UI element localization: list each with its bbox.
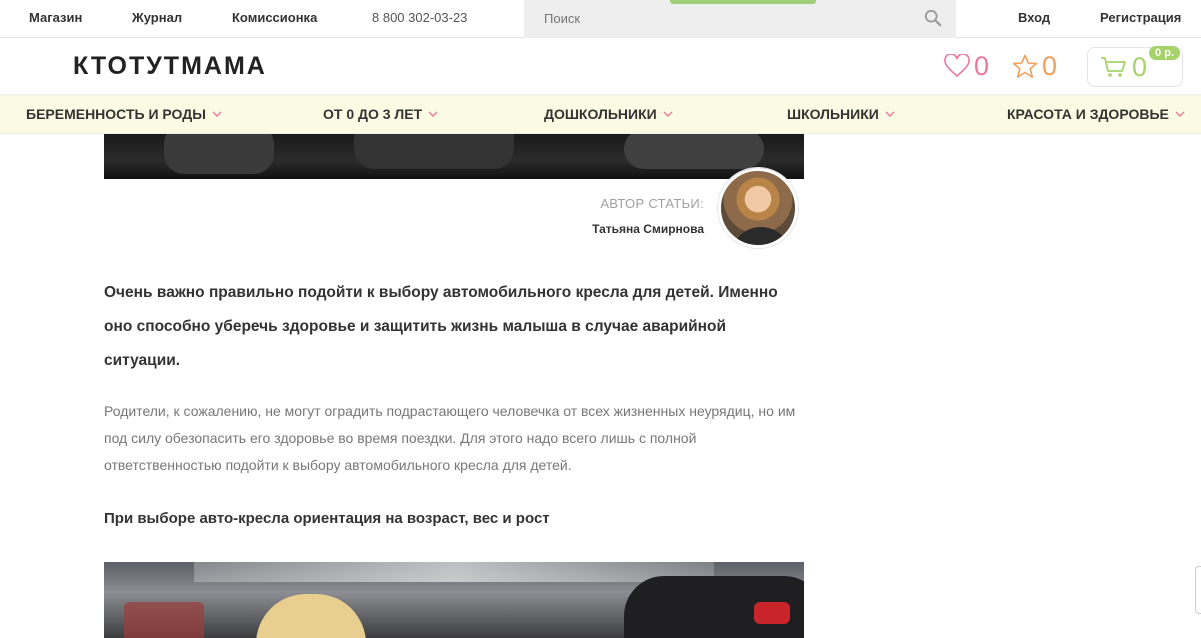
phone-number[interactable]: 8 800 302-03-23 [372,10,467,25]
article-subheading: При выборе авто-кресла ориентация на воз… [104,510,550,527]
chevron-down-icon [885,111,895,117]
hero-image-detail [164,134,274,174]
photo-detail [124,602,204,638]
cart-icon [1101,57,1126,77]
topbar-link-consignment[interactable]: Комиссионка [232,10,317,25]
chevron-down-icon [212,111,222,117]
nav-item-label: ОТ 0 ДО 3 ЛЕТ [323,106,423,122]
login-link[interactable]: Вход [1018,10,1050,25]
register-link[interactable]: Регистрация [1100,10,1181,25]
wishlist-counter[interactable]: 0 [1012,49,1057,83]
site-logo[interactable]: КТОТУТМАМА [73,52,267,81]
chevron-down-icon [663,111,673,117]
hero-image-detail [624,134,764,169]
heart-icon [944,54,970,78]
author-label: АВТОР СТАТЬИ: [600,196,704,211]
article-paragraph: Родители, к сожалению, не могут оградить… [104,403,796,473]
nav-item-beauty-health[interactable]: КРАСОТА И ЗДОРОВЬЕ [1007,106,1185,122]
author-avatar[interactable] [718,168,798,248]
nav-item-schoolchildren[interactable]: ШКОЛЬНИКИ [787,106,895,122]
chevron-down-icon [1175,111,1185,117]
article-photo [104,562,804,638]
search-input[interactable] [544,8,924,28]
wishlist-count: 0 [1042,50,1058,81]
photo-detail [256,594,366,638]
cart-total-badge: 0 р. [1149,46,1180,60]
cart-button[interactable]: 0 0 р. [1087,46,1183,87]
search-icon[interactable] [924,9,942,27]
cart-count: 0 [1132,51,1148,82]
avatar-detail [731,227,791,245]
topbar-link-shop[interactable]: Магазин [29,10,82,25]
article-hero-image [104,134,804,179]
search-accent-bar [670,0,816,4]
hero-image-detail [354,134,514,169]
topbar-link-journal[interactable]: Журнал [132,10,182,25]
nav-item-preschoolers[interactable]: ДОШКОЛЬНИКИ [544,106,673,122]
nav-item-label: ШКОЛЬНИКИ [787,106,879,122]
nav-item-pregnancy[interactable]: БЕРЕМЕННОСТЬ И РОДЫ [26,106,222,122]
article-lead: Очень важно правильно подойти к выбору а… [104,284,778,369]
site-header: КТОТУТМАМА 0 0 0 0 р. [0,39,1201,94]
author-name[interactable]: Татьяна Смирнова [592,222,704,236]
favorites-counter[interactable]: 0 [944,49,989,83]
nav-item-label: КРАСОТА И ЗДОРОВЬЕ [1007,106,1169,122]
top-bar: Магазин Журнал Комиссионка 8 800 302-03-… [0,0,1201,38]
photo-detail [754,602,790,624]
search-bar [524,0,956,38]
favorites-count: 0 [974,50,990,81]
category-nav: БЕРЕМЕННОСТЬ И РОДЫ ОТ 0 ДО 3 ЛЕТ ДОШКОЛ… [0,94,1201,134]
photo-detail [194,562,714,582]
nav-item-label: ДОШКОЛЬНИКИ [544,106,657,122]
chevron-down-icon [428,111,438,117]
star-icon [1012,54,1038,78]
nav-item-label: БЕРЕМЕННОСТЬ И РОДЫ [26,106,206,122]
nav-item-0-3-years[interactable]: ОТ 0 ДО 3 ЛЕТ [323,106,438,122]
side-feedback-tab[interactable] [1195,566,1201,614]
